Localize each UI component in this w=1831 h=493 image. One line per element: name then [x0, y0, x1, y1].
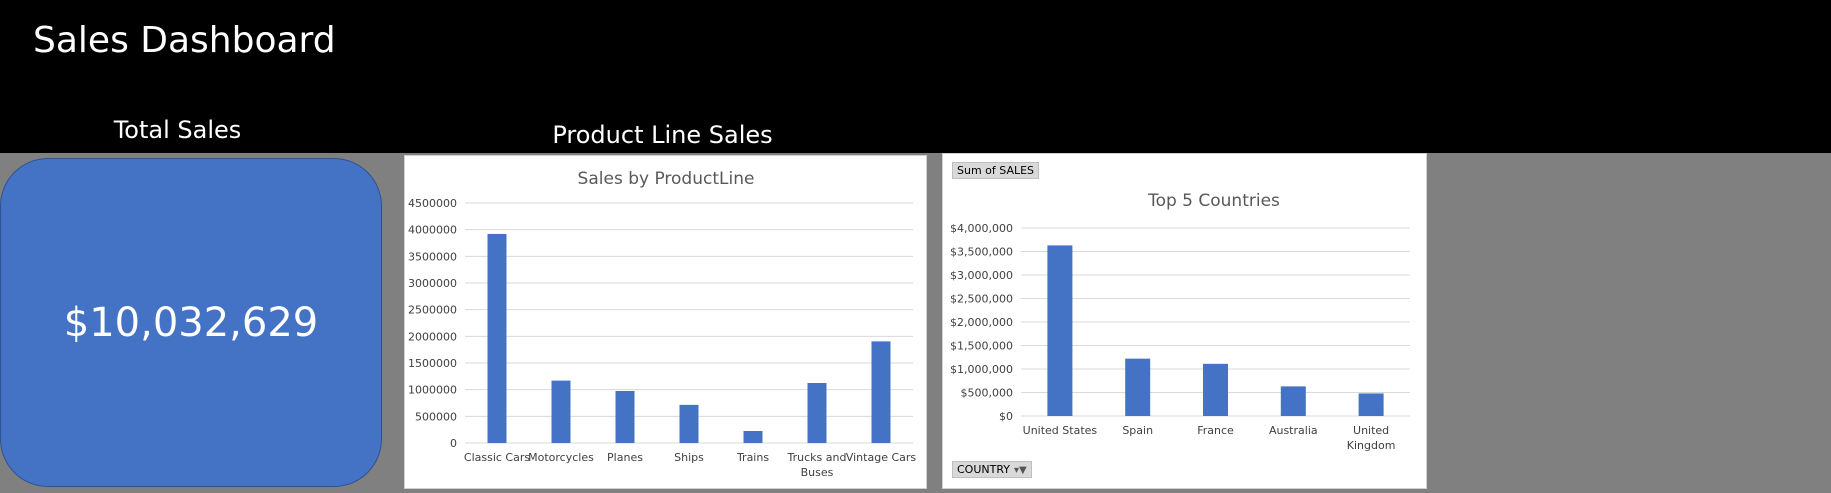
bar[interactable] [551, 380, 571, 443]
y-tick-label: $3,500,000 [950, 246, 1013, 259]
product-line-chart-panel[interactable]: Sales by ProductLine 0 500000 1000000 150000… [404, 155, 927, 489]
chart-title: Sales by ProductLine [578, 169, 755, 189]
x-tick-label: Australia [1269, 424, 1318, 437]
bar[interactable] [807, 383, 827, 443]
bar[interactable] [871, 341, 891, 443]
x-tick-label: United States [1023, 424, 1098, 437]
x-tick-label: Vintage Cars [846, 451, 917, 464]
y-tick-label: $1,500,000 [950, 340, 1013, 353]
x-tick-label: United Kingdom [1347, 424, 1396, 452]
chart-title: Top 5 Countries [1147, 191, 1280, 211]
bar[interactable] [1203, 363, 1228, 416]
x-tick-label: Motorcycles [528, 451, 594, 464]
y-tick-label: $0 [999, 410, 1013, 423]
total-sales-card[interactable]: $10,032,629 [0, 158, 382, 487]
y-tick-label: $1,000,000 [950, 363, 1013, 376]
y-tick-label: $4,000,000 [950, 222, 1013, 235]
x-tick-label: Planes [607, 451, 643, 464]
y-tick-label: 1000000 [408, 384, 457, 397]
bar[interactable] [1280, 386, 1306, 416]
total-sales-heading: Total Sales [113, 116, 242, 144]
x-tick-label: Classic Cars [464, 451, 530, 464]
product-line-sales-heading: Product Line Sales [552, 121, 773, 149]
y-tick-label: $2,000,000 [950, 316, 1013, 329]
y-tick-label: 1500000 [408, 357, 457, 370]
y-tick-label: 4000000 [408, 224, 457, 237]
bar[interactable] [1125, 358, 1151, 416]
bar[interactable] [743, 431, 763, 443]
bar[interactable] [487, 233, 507, 443]
y-tick-label: 2500000 [408, 304, 457, 317]
y-tick-label: $500,000 [961, 387, 1014, 400]
x-tick-label: Ships [674, 451, 704, 464]
y-tick-label: $2,500,000 [950, 293, 1013, 306]
x-tick-label: France [1197, 424, 1234, 437]
y-tick-label: 2000000 [408, 330, 457, 343]
x-tick-label: Trains [736, 451, 769, 464]
filter-dropdown-icon[interactable]: ▾▼ [1014, 465, 1027, 476]
y-tick-label: 500000 [415, 410, 457, 423]
country-field-button[interactable]: COUNTRY ▾▼ [952, 461, 1032, 478]
bar[interactable] [1358, 393, 1384, 416]
bar[interactable] [1047, 245, 1073, 416]
dashboard-title: Sales Dashboard [33, 20, 336, 61]
y-tick-label: 4500000 [408, 197, 457, 210]
top-countries-chart-panel[interactable]: Top 5 Countries $0 $500,000 $1,000,000 $1,50… [942, 153, 1427, 489]
x-tick-label: Spain [1122, 424, 1153, 437]
country-field-label: COUNTRY [957, 463, 1010, 476]
sum-of-sales-field-button[interactable]: Sum of SALES [952, 162, 1040, 179]
y-tick-label: 3000000 [408, 277, 457, 290]
bar[interactable] [679, 404, 699, 443]
bar[interactable] [615, 391, 635, 443]
x-tick-label: Trucks and Buses [787, 451, 847, 479]
product-line-chart: Sales by ProductLine 0 500000 1000000 150000… [408, 169, 917, 479]
y-tick-label: $3,000,000 [950, 269, 1013, 282]
y-tick-label: 0 [450, 437, 457, 450]
top-countries-chart: Top 5 Countries $0 $500,000 $1,000,000 $1,50… [950, 191, 1410, 452]
total-sales-value: $10,032,629 [63, 299, 319, 346]
y-tick-label: 3500000 [408, 250, 457, 263]
